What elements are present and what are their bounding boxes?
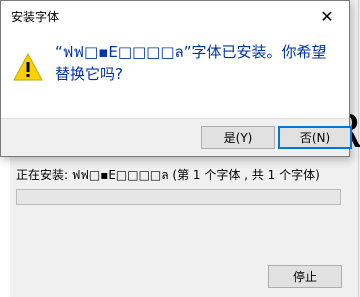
dialog-message: “ฟฟ□▪E□□□□ล”字体已安装。你希望替换它吗? bbox=[55, 43, 327, 83]
install-progress-bar bbox=[16, 189, 341, 205]
dialog-footer: 是(Y) 否(N) bbox=[1, 118, 352, 156]
background-strip bbox=[0, 150, 10, 297]
stop-button[interactable]: 停止 bbox=[268, 265, 342, 288]
yes-button[interactable]: 是(Y) bbox=[201, 126, 275, 149]
close-icon: ✕ bbox=[320, 6, 334, 26]
dialog-title: 安装字体 bbox=[11, 9, 60, 24]
replace-font-dialog: 安装字体 ✕ “ฟฟ□▪E□□□□ล”字体已安装。你希望替换它吗? 是(Y) 否… bbox=[0, 0, 352, 157]
dialog-content: “ฟฟ□▪E□□□□ล”字体已安装。你希望替换它吗? bbox=[1, 31, 349, 119]
warning-icon bbox=[13, 53, 43, 81]
close-button[interactable]: ✕ bbox=[305, 1, 349, 31]
install-status-text: 正在安装: ฟฟ□▪E□□□□ล (第 1 个字体 , 共 1 个字体) bbox=[16, 168, 320, 182]
no-button[interactable]: 否(N) bbox=[278, 126, 352, 149]
dialog-titlebar: 安装字体 ✕ bbox=[1, 1, 349, 31]
